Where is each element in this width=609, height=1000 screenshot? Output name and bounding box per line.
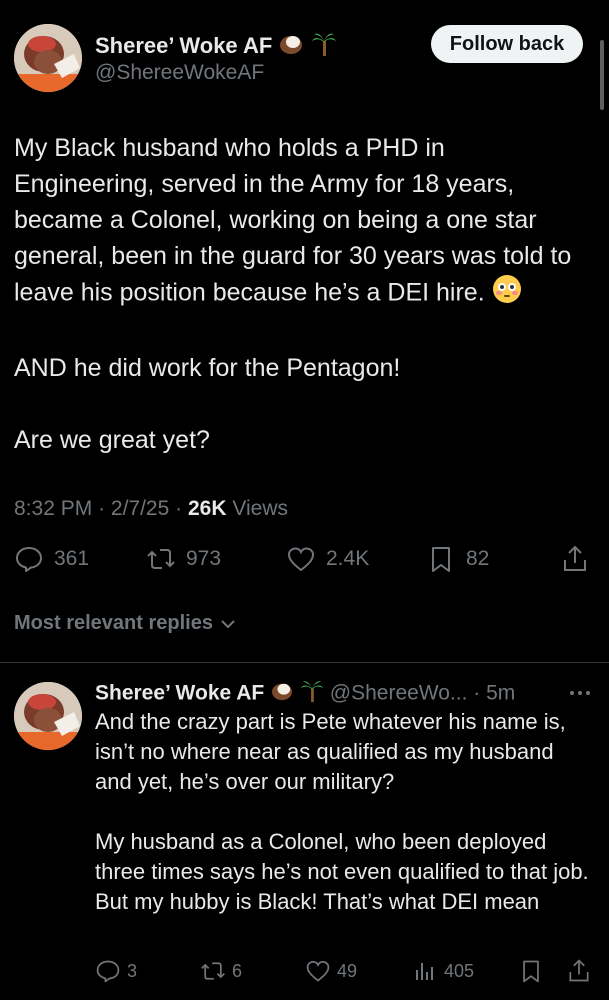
divider <box>0 662 609 663</box>
tweet-time[interactable]: 8:32 PM <box>14 497 92 520</box>
reply-author-name[interactable]: Sheree’ Woke AF <box>95 682 264 705</box>
author-avatar[interactable] <box>14 24 82 92</box>
reply-author-handle[interactable]: @ShereeWo... <box>330 682 468 705</box>
reply-paragraph: And the crazy part is Pete whatever his … <box>95 709 566 794</box>
reply-body: And the crazy part is Pete whatever his … <box>95 707 595 917</box>
repost-icon <box>201 962 225 980</box>
reply-icon <box>16 547 42 572</box>
reply-views-count: 405 <box>444 960 475 981</box>
separator: · <box>175 497 183 520</box>
bookmark-icon <box>432 547 450 572</box>
author-name-text[interactable]: Sheree’ Woke AF <box>95 33 272 58</box>
repost-count: 973 <box>186 547 222 570</box>
bookmark-icon <box>523 960 539 983</box>
like-count: 2.4K <box>326 547 370 570</box>
bookmark-button[interactable]: 82 <box>426 544 489 574</box>
heart-icon <box>287 547 315 572</box>
flushed-face-icon <box>492 274 522 314</box>
follow-back-button[interactable]: Follow back <box>431 25 583 63</box>
palm-tree-icon <box>311 31 337 63</box>
reply-repost-count: 6 <box>232 960 243 981</box>
reply-count: 361 <box>54 547 90 570</box>
coconut-icon <box>270 681 294 707</box>
reply-paragraph: My husband as a Colonel, who been deploy… <box>95 829 589 914</box>
reply-like-button[interactable]: 49 <box>305 958 357 984</box>
tweet-paragraph: Are we great yet? <box>14 426 210 454</box>
separator: · <box>473 681 481 705</box>
bookmark-count: 82 <box>466 547 490 570</box>
reply-header: Sheree’ Woke AF @ShereeWo... · 5m <box>95 679 515 709</box>
tweet-body: My Black husband who holds a PHD in Engi… <box>14 130 589 458</box>
reply-time[interactable]: 5m <box>486 682 515 705</box>
like-button[interactable]: 2.4K <box>286 544 369 574</box>
author-name[interactable]: Sheree’ Woke AF <box>95 31 337 63</box>
chevron-down-icon <box>220 620 235 629</box>
share-icon <box>569 959 589 982</box>
heart-icon <box>306 961 330 982</box>
reply-repost-button[interactable]: 6 <box>200 958 242 984</box>
coconut-icon <box>278 33 304 61</box>
reply-icon <box>96 960 120 983</box>
reply-reply-count: 3 <box>127 960 138 981</box>
views-count: 26K <box>187 497 227 520</box>
tweet-paragraph: My Black husband who holds a PHD in Engi… <box>14 130 589 314</box>
author-handle[interactable]: @ShereeWokeAF <box>95 61 264 85</box>
reply-share-button[interactable] <box>566 958 592 984</box>
tweet-meta: 8:32 PM · 2/7/25 · 26K Views <box>14 497 288 521</box>
share-button[interactable] <box>560 544 590 574</box>
reply-views-button[interactable]: 405 <box>412 958 474 984</box>
tweet-action-bar: 361 973 2.4K 82 <box>14 544 594 580</box>
tweet-paragraph: AND he did work for the Pentagon! <box>14 354 401 382</box>
palm-tree-icon <box>300 679 324 709</box>
separator: · <box>98 497 106 520</box>
reply-reply-button[interactable]: 3 <box>95 958 137 984</box>
reply-author-avatar[interactable] <box>14 682 82 750</box>
share-icon <box>564 545 586 571</box>
reply-like-count: 49 <box>337 960 358 981</box>
reply-bookmark-button[interactable] <box>518 958 544 984</box>
views-label: Views <box>232 497 288 520</box>
tweet-date[interactable]: 2/7/25 <box>111 497 169 520</box>
scrollbar[interactable] <box>600 40 604 110</box>
reply-button[interactable]: 361 <box>14 544 89 574</box>
replies-sort-dropdown[interactable]: Most relevant replies <box>14 612 237 635</box>
views-chart-icon <box>416 963 433 980</box>
repost-icon <box>147 549 175 569</box>
more-options-icon[interactable] <box>568 683 592 708</box>
repost-button[interactable]: 973 <box>146 544 221 574</box>
replies-sort-label: Most relevant replies <box>14 612 213 634</box>
